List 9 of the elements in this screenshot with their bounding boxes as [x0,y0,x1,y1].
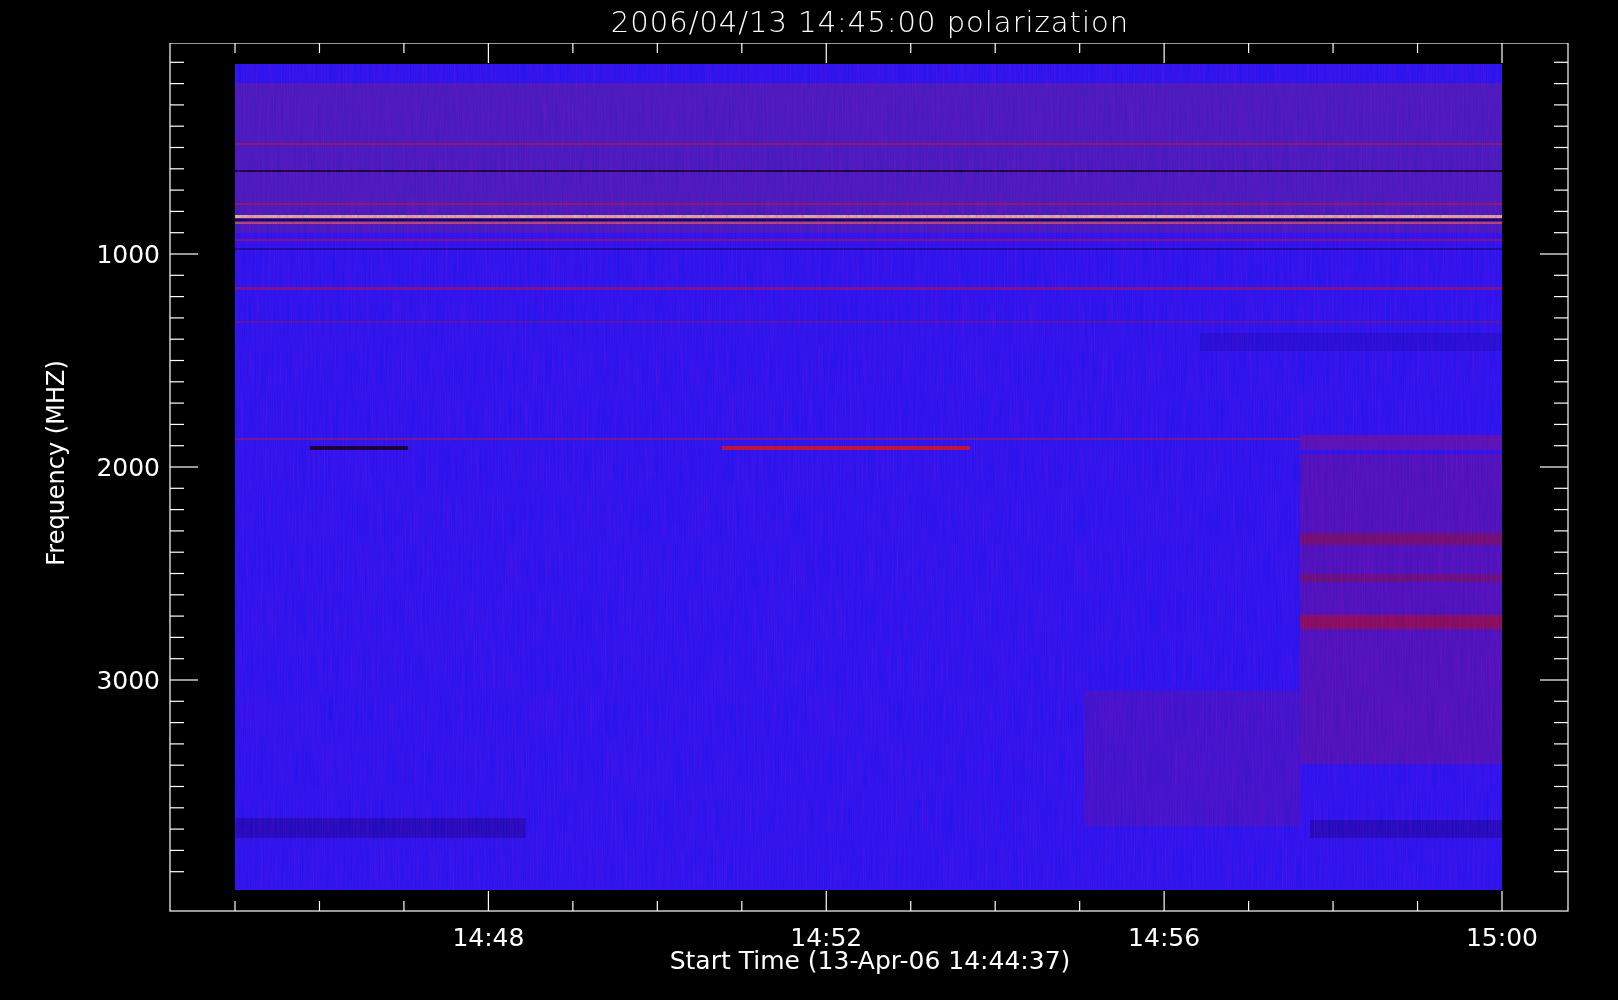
y-axis-label: Frequency (MHZ) [42,360,70,566]
x-tick-label: 14:48 [452,923,525,952]
y-tick-label: 3000 [96,666,160,695]
y-tick-label: 1000 [96,240,160,269]
x-tick-label: 14:56 [1128,923,1201,952]
x-tick-label: 15:00 [1466,923,1538,952]
chart-title: 2006/04/13 14:45:00 polarization [609,3,1131,41]
x-axis-label: Start Time (13-Apr-06 14:44:37) [669,946,1071,975]
y-tick-label: 2000 [96,453,160,482]
